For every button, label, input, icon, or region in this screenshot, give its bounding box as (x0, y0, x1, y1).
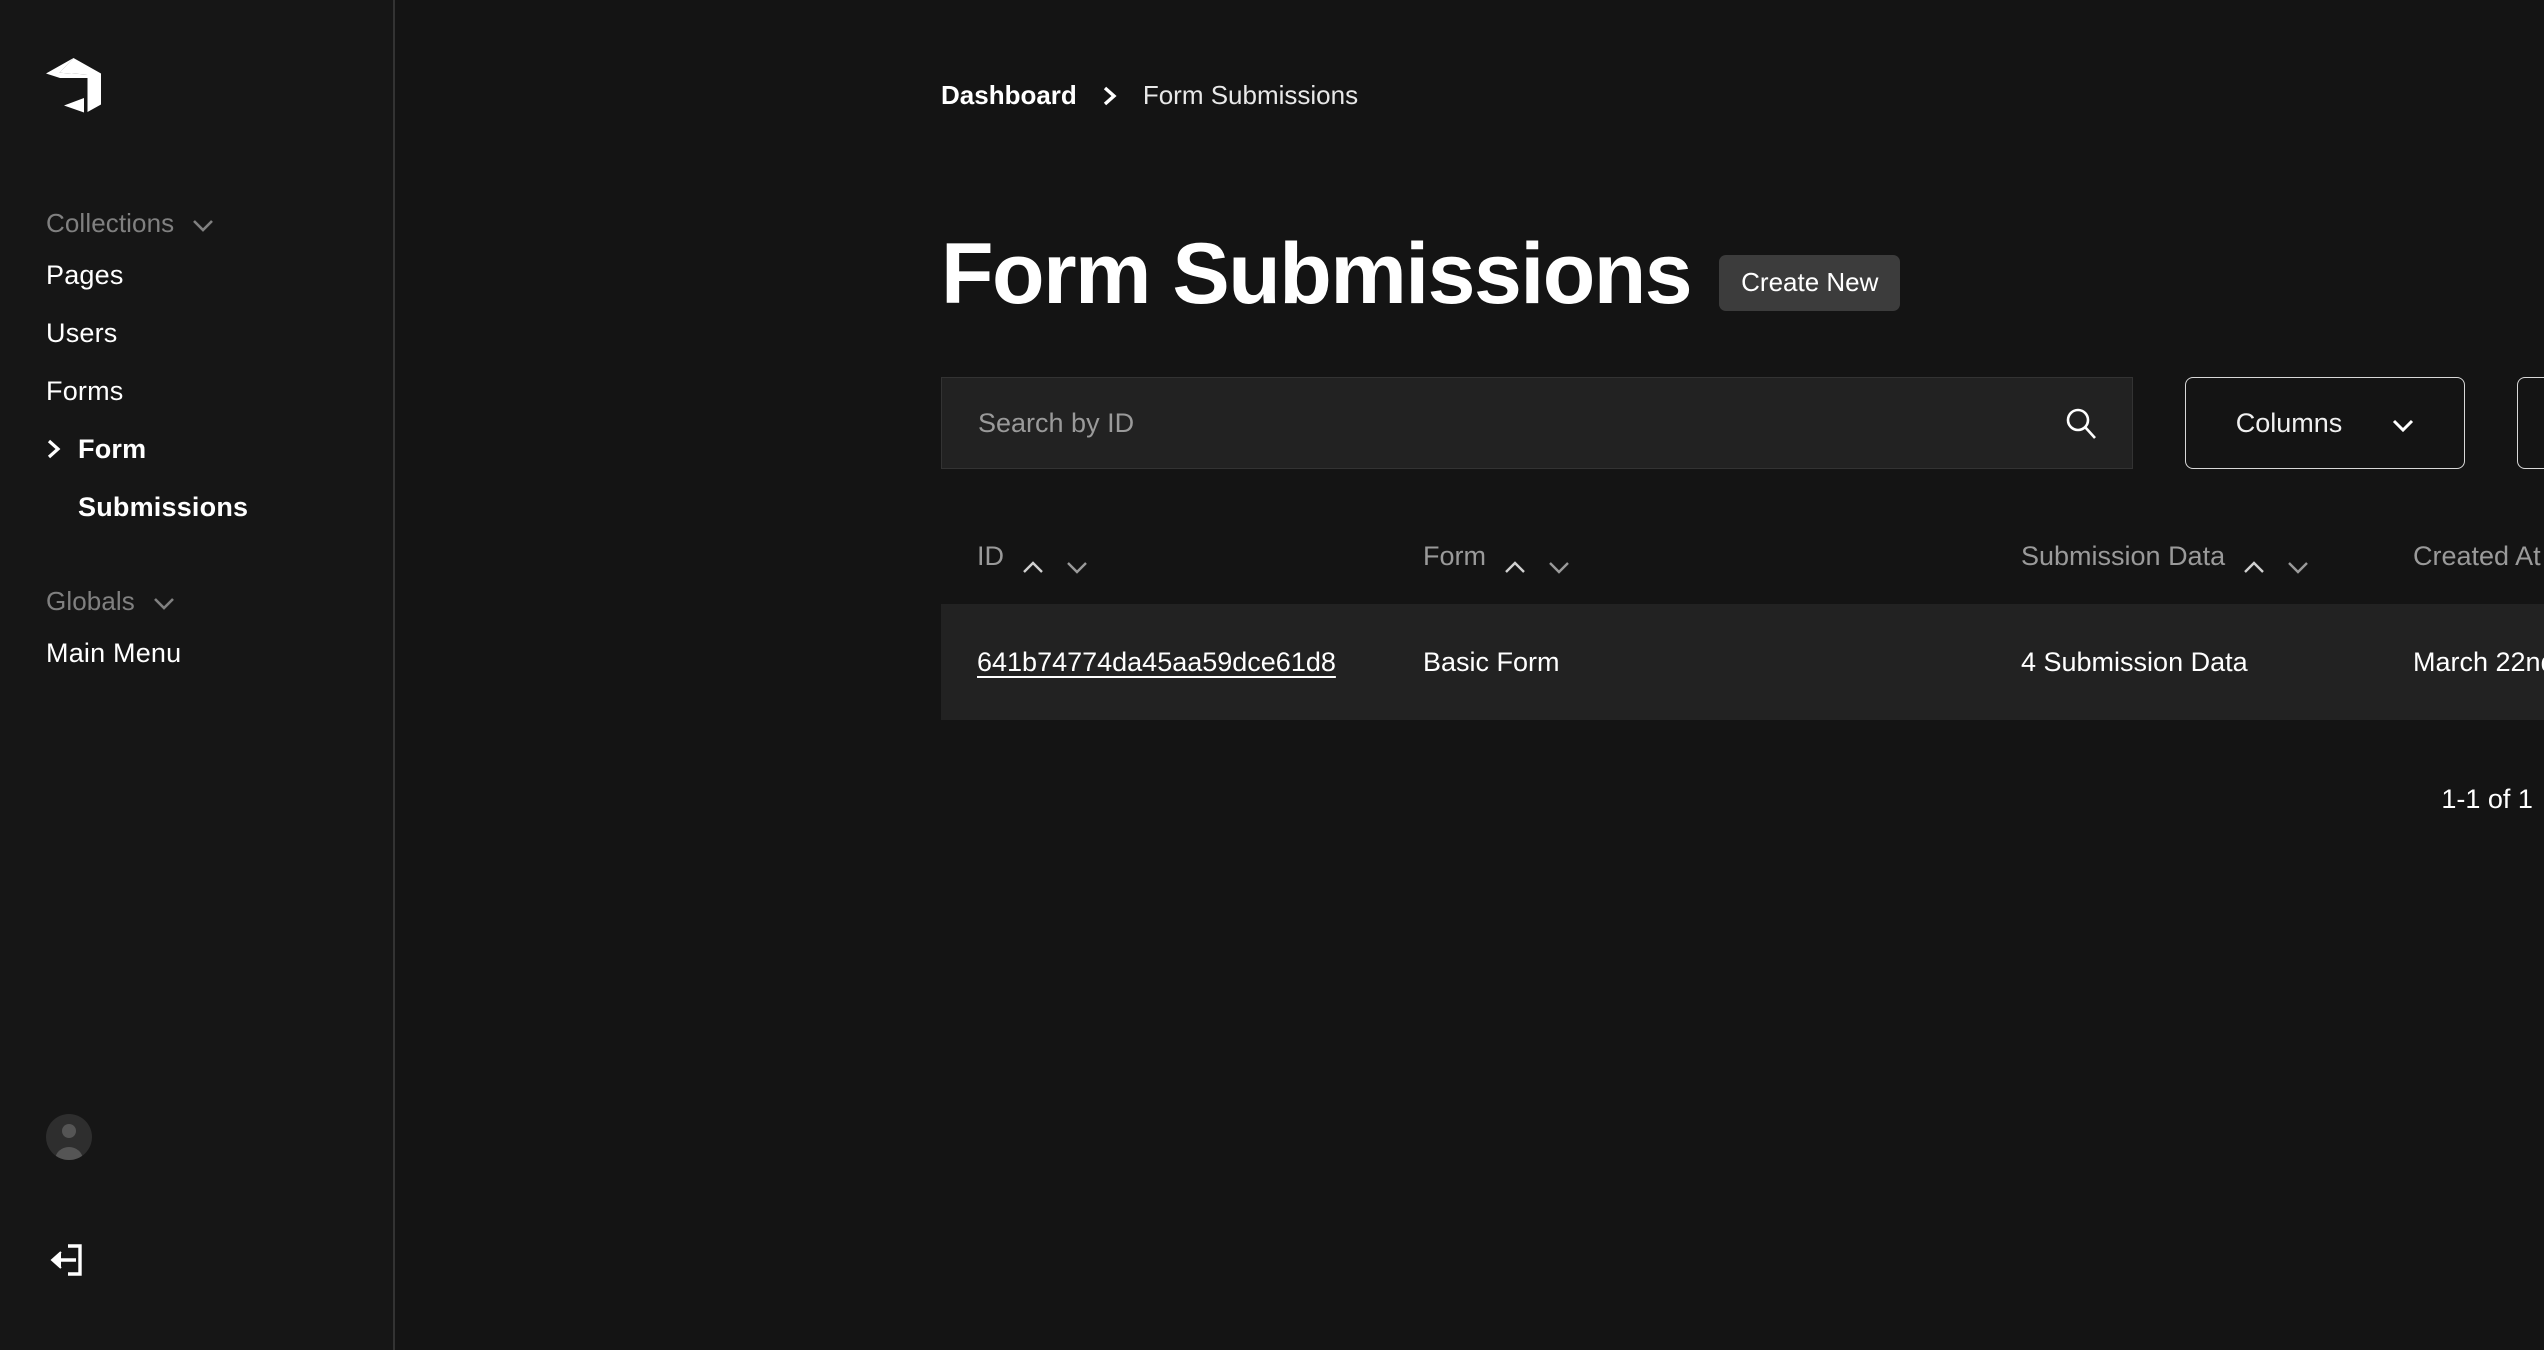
page-header: Form Submissions Create New (395, 111, 2544, 317)
table-row[interactable]: 641b74774da45aa59dce61d8 Basic Form 4 Su… (941, 604, 2544, 720)
sidebar-item-forms[interactable]: Forms (0, 362, 393, 420)
chevron-right-icon (1101, 84, 1119, 108)
sidebar-item-label: Submissions (78, 491, 249, 522)
table-header-row: ID Form Submission Data Created At (941, 541, 2544, 604)
chevron-right-icon (46, 438, 62, 460)
table-container: ID Form Submission Data Created At 641b7… (395, 469, 2544, 720)
chevron-down-icon[interactable] (1066, 550, 1088, 574)
sidebar-item-label: Form (78, 433, 147, 464)
sidebar: Collections Pages Users Forms Form Submi… (0, 0, 395, 1350)
filters-button[interactable]: Filters (2517, 377, 2544, 469)
list-controls: Columns Filters (395, 317, 2544, 469)
cell-submission-data: 4 Submission Data (2021, 646, 2248, 677)
columns-button-label: Columns (2235, 407, 2343, 438)
column-header-label: Created At (2413, 541, 2541, 571)
columns-button[interactable]: Columns (2185, 377, 2465, 469)
breadcrumb-item-dashboard[interactable]: Dashboard (941, 80, 1077, 111)
column-header-id: ID (941, 541, 1423, 604)
pagination-range: 1-1 of 1 (2441, 784, 2533, 814)
sidebar-item-label: Forms (46, 375, 124, 406)
column-header-label: ID (977, 541, 1004, 571)
sidebar-footer (0, 1114, 393, 1350)
payload-logo-icon (46, 58, 101, 113)
row-id-link[interactable]: 641b74774da45aa59dce61d8 (977, 647, 1336, 677)
chevron-down-icon[interactable] (192, 208, 214, 239)
cell-id: 641b74774da45aa59dce61d8 (941, 604, 1423, 720)
table-head: ID Form Submission Data Created At (941, 541, 2544, 604)
chevron-up-icon[interactable] (1022, 550, 1044, 573)
chevron-up-icon[interactable] (1504, 550, 1526, 573)
main-content: Dashboard Form Submissions Form Submissi… (395, 0, 2544, 1350)
column-header-submission-data: Submission Data (2021, 541, 2413, 604)
pagination: 1-1 of 1 Per Page: 10 (941, 784, 2544, 815)
search-icon[interactable] (2064, 406, 2098, 440)
column-header-created-at: Created At (2413, 541, 2544, 604)
chevron-down-icon[interactable] (1548, 550, 1570, 574)
nav-group-globals[interactable]: Globals (0, 578, 393, 624)
nav-group-collections-label: Collections (46, 207, 175, 238)
cell-created-at: March 22nd 2023, 5:34 PM (2413, 646, 2544, 677)
sidebar-item-label: Pages (46, 259, 124, 290)
chevron-down-icon[interactable] (153, 586, 175, 617)
admin-app: Collections Pages Users Forms Form Submi… (0, 0, 2544, 1350)
sidebar-item-label: Main Menu (46, 637, 182, 668)
submissions-table: ID Form Submission Data Created At 641b7… (941, 541, 2544, 720)
sidebar-item-label: Users (46, 317, 118, 348)
chevron-down-icon[interactable] (2287, 550, 2309, 574)
table-body: 641b74774da45aa59dce61d8 Basic Form 4 Su… (941, 604, 2544, 720)
chevron-down-icon (2392, 408, 2414, 439)
user-avatar-icon[interactable] (46, 1114, 92, 1160)
sidebar-item-submissions[interactable]: Submissions (0, 478, 393, 536)
page-title: Form Submissions (941, 226, 1693, 322)
create-new-button[interactable]: Create New (1719, 255, 1901, 311)
search-input[interactable] (978, 407, 2064, 439)
column-header-label: Form (1423, 541, 1486, 571)
search-container[interactable] (941, 377, 2133, 469)
breadcrumb: Dashboard Form Submissions (395, 0, 2544, 111)
breadcrumb-item-form-submissions[interactable]: Form Submissions (1143, 80, 1358, 111)
sidebar-item-users[interactable]: Users (0, 304, 393, 362)
sidebar-item-pages[interactable]: Pages (0, 246, 393, 304)
sidebar-item-main-menu[interactable]: Main Menu (0, 624, 393, 682)
logout-icon[interactable] (46, 1240, 86, 1280)
nav-group-globals-label: Globals (46, 585, 135, 616)
chevron-up-icon[interactable] (2243, 550, 2265, 573)
logo-container[interactable] (0, 0, 393, 160)
sidebar-nav: Collections Pages Users Forms Form Submi… (0, 160, 393, 682)
column-header-form: Form (1423, 541, 2021, 604)
nav-group-collections[interactable]: Collections (0, 200, 393, 246)
sidebar-item-form[interactable]: Form (0, 420, 393, 478)
column-header-label: Submission Data (2021, 541, 2226, 571)
cell-form: Basic Form (1423, 646, 1560, 677)
